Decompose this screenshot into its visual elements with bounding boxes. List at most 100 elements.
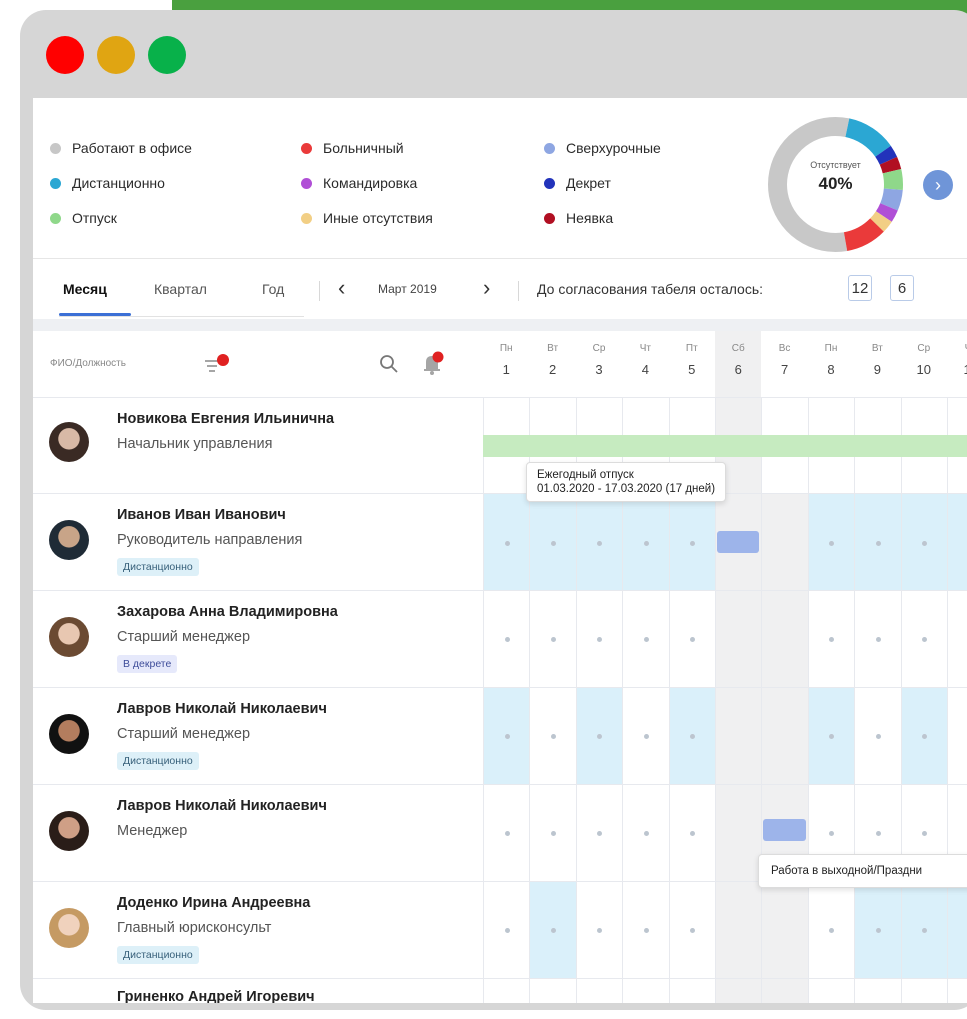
legend-next-button[interactable]: › [923,170,953,200]
day-cell[interactable] [622,882,668,978]
close-window-button[interactable] [46,36,84,74]
employee-row[interactable]: Захарова Анна Владимировна Старший менедж… [33,590,967,687]
day-cell[interactable] [668,785,715,881]
day-cell[interactable] [715,979,762,1003]
day-cell[interactable] [668,591,715,687]
day-cell[interactable] [807,494,855,590]
day-cell[interactable] [900,494,947,590]
employee-name[interactable]: Гриненко Андрей Игоревич [117,989,315,1003]
filter-icon[interactable] [203,353,233,375]
day-cell[interactable] [668,494,715,590]
employee-name[interactable]: Лавров Николай Николаевич [117,798,327,814]
day-cell[interactable] [575,882,622,978]
avatar[interactable] [49,908,89,948]
day-cell[interactable] [807,591,854,687]
avatar[interactable] [49,714,89,754]
day-cell[interactable] [947,591,967,687]
day-cell[interactable] [807,688,855,784]
employee-name[interactable]: Новикова Евгения Ильинична [117,411,334,427]
day-cell[interactable] [715,785,762,881]
day-cell[interactable] [900,688,947,784]
day-cell[interactable] [947,979,967,1003]
day-cell[interactable] [715,688,762,784]
day-column-header: Ср 10 [901,331,947,397]
day-name: Чт [639,343,651,354]
day-cell[interactable] [854,688,900,784]
vacation-bar[interactable] [483,435,967,457]
day-cell[interactable] [761,688,808,784]
maximize-window-button[interactable] [148,36,186,74]
avatar[interactable] [49,422,89,462]
day-cell[interactable] [761,591,808,687]
day-column-header: Сб 6 [715,331,762,397]
day-cell[interactable] [529,979,575,1003]
employee-row[interactable]: Доденко Ирина Андреевна Главный юрисконсу… [33,881,967,978]
minimize-window-button[interactable] [97,36,135,74]
employee-row[interactable]: Гриненко Андрей Игоревич [33,978,967,1003]
day-cell[interactable] [483,494,530,590]
day-cell[interactable] [529,688,575,784]
tab-month[interactable]: Месяц [63,281,107,297]
employee-name[interactable]: Захарова Анна Владимировна [117,604,338,620]
day-cell[interactable] [529,882,576,978]
search-icon[interactable] [378,353,400,375]
day-cell[interactable] [622,688,668,784]
avatar[interactable] [49,520,89,560]
day-cell[interactable] [761,494,808,590]
notification-bell-icon[interactable] [418,349,446,377]
day-cell[interactable] [761,979,808,1003]
day-cell[interactable] [900,591,947,687]
employee-row[interactable]: Лавров Николай Николаевич Старший менедже… [33,687,967,784]
day-cell[interactable] [575,591,622,687]
avatar[interactable] [49,811,89,851]
day-cell[interactable] [761,882,808,978]
day-cell[interactable] [900,882,947,978]
day-cell[interactable] [668,882,715,978]
day-cell[interactable] [483,882,529,978]
day-cell[interactable] [575,785,622,881]
employee-name[interactable]: Лавров Николай Николаевич [117,701,327,717]
day-cell[interactable] [529,591,575,687]
employee-name[interactable]: Доденко Ирина Андреевна [117,895,310,911]
day-cell[interactable] [715,882,762,978]
day-cell[interactable] [854,591,900,687]
workday-dot [922,541,928,546]
employee-row[interactable]: Новикова Евгения Ильинична Начальник упра… [33,397,967,493]
day-cell[interactable] [529,494,576,590]
day-cell[interactable] [854,979,900,1003]
day-cell[interactable] [483,979,529,1003]
day-column-header: Чт 11 [947,331,967,397]
prev-month-button[interactable]: ‹ [338,275,345,301]
day-number: 1 [502,362,510,377]
day-cell[interactable] [947,688,967,784]
day-cell[interactable] [575,688,623,784]
day-cell[interactable] [947,882,967,978]
next-month-button[interactable]: › [483,275,490,301]
employee-name[interactable]: Иванов Иван Иванович [117,507,286,523]
day-cell[interactable] [668,979,715,1003]
day-cell[interactable] [854,494,901,590]
day-cell[interactable] [622,785,668,881]
weekend-work-bar[interactable] [763,819,806,841]
day-cell[interactable] [715,591,762,687]
day-cell[interactable] [807,979,854,1003]
day-cell[interactable] [575,494,623,590]
avatar[interactable] [49,617,89,657]
tab-year[interactable]: Год [262,281,284,297]
day-cell[interactable] [622,979,668,1003]
overtime-bar[interactable] [717,531,760,553]
day-cell[interactable] [947,494,967,590]
day-cell[interactable] [529,785,575,881]
day-cell[interactable] [622,591,668,687]
day-cell[interactable] [900,979,947,1003]
employee-row[interactable]: Иванов Иван Иванович Руководитель направл… [33,493,967,590]
day-cell[interactable] [622,494,669,590]
day-cell[interactable] [483,688,530,784]
tab-quarter[interactable]: Квартал [154,281,207,297]
day-cell[interactable] [668,688,715,784]
day-cell[interactable] [854,882,901,978]
day-cell[interactable] [483,591,529,687]
day-cell[interactable] [483,785,529,881]
day-cell[interactable] [807,882,854,978]
day-cell[interactable] [575,979,622,1003]
